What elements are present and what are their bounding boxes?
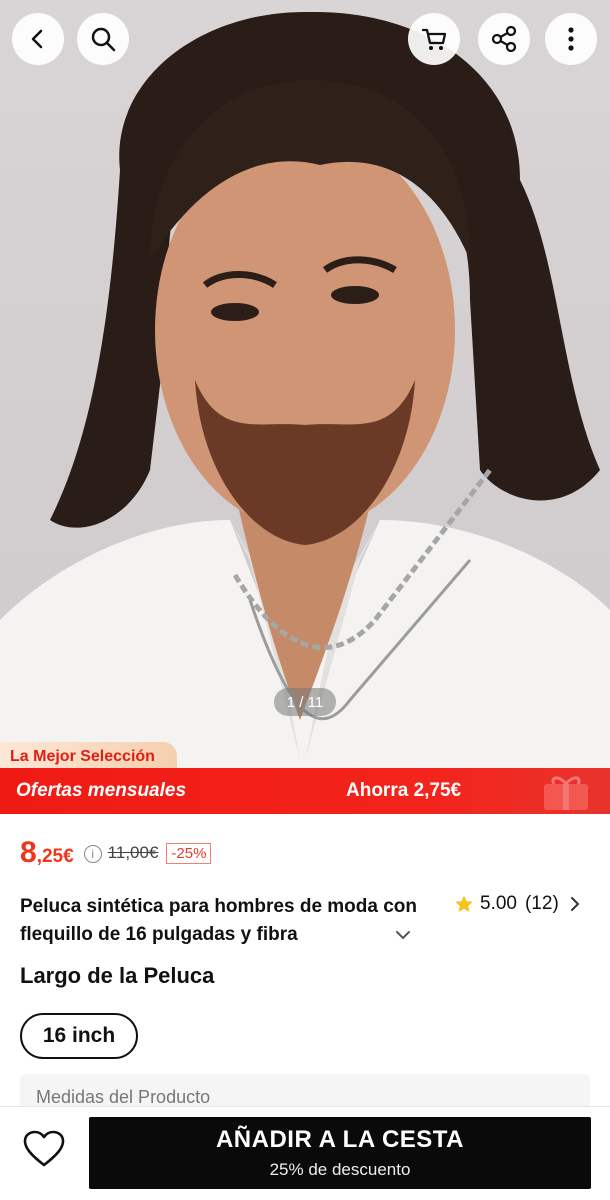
promo-title: Ofertas mensuales [16, 780, 187, 801]
gift-icon [544, 776, 588, 810]
add-to-cart-label: AÑADIR A LA CESTA [215, 1126, 465, 1153]
specs-label: Medidas del Producto [36, 1087, 211, 1107]
heart-icon [23, 1130, 65, 1167]
search-icon [91, 27, 116, 52]
bottom-action-bar: AÑADIR A LA CESTA 25% de descuento [0, 1106, 610, 1200]
promo-savings: Ahorra 2,75€ [346, 780, 462, 801]
info-icon[interactable]: i [83, 845, 102, 863]
rating-value: 5.00 [480, 893, 517, 914]
product-image-carousel[interactable]: 1 / 11 La Mejor Selección [0, 0, 610, 768]
share-icon [491, 25, 517, 53]
cart-button[interactable] [408, 13, 460, 65]
rating-summary[interactable]: 5.00 (12) [454, 893, 581, 915]
wishlist-button[interactable] [20, 1125, 68, 1173]
monthly-offers-bar[interactable]: Ofertas mensuales Ahorra 2,75€ [0, 768, 610, 814]
product-page: 1 / 11 La Mejor Selección Ofertas mensua… [0, 0, 610, 1200]
more-vertical-icon [568, 27, 574, 51]
variant-section-title: Largo de la Peluca [20, 963, 215, 988]
chevron-right-icon [570, 897, 580, 911]
more-button[interactable] [545, 13, 597, 65]
discount-badge: -25% [166, 843, 212, 864]
variant-option-selected[interactable]: 16 inch [20, 1013, 138, 1059]
original-price: 11,00€ [107, 843, 159, 862]
review-count: (12) [524, 893, 559, 914]
best-selection-badge: La Mejor Selección [0, 742, 177, 768]
price-row: 8 ,25€ i 11,00€ -25% [20, 836, 212, 872]
chevron-down-icon[interactable] [394, 928, 412, 942]
add-to-cart-discount: 25% de descuento [269, 1160, 411, 1179]
product-photo [0, 11, 610, 768]
cart-icon [421, 28, 447, 50]
back-button[interactable] [12, 13, 64, 65]
add-to-cart-button[interactable]: AÑADIR A LA CESTA 25% de descuento [89, 1117, 591, 1189]
chevron-left-icon [31, 29, 43, 49]
title-fade [300, 923, 360, 949]
price-decimal: ,25€ [36, 846, 74, 867]
image-counter: 1 / 11 [274, 688, 336, 716]
share-button[interactable] [478, 13, 530, 65]
search-button[interactable] [77, 13, 129, 65]
star-icon [455, 895, 473, 912]
product-title[interactable]: Peluca sintética para hombres de moda co… [20, 893, 420, 949]
price-integer: 8 [20, 836, 37, 869]
